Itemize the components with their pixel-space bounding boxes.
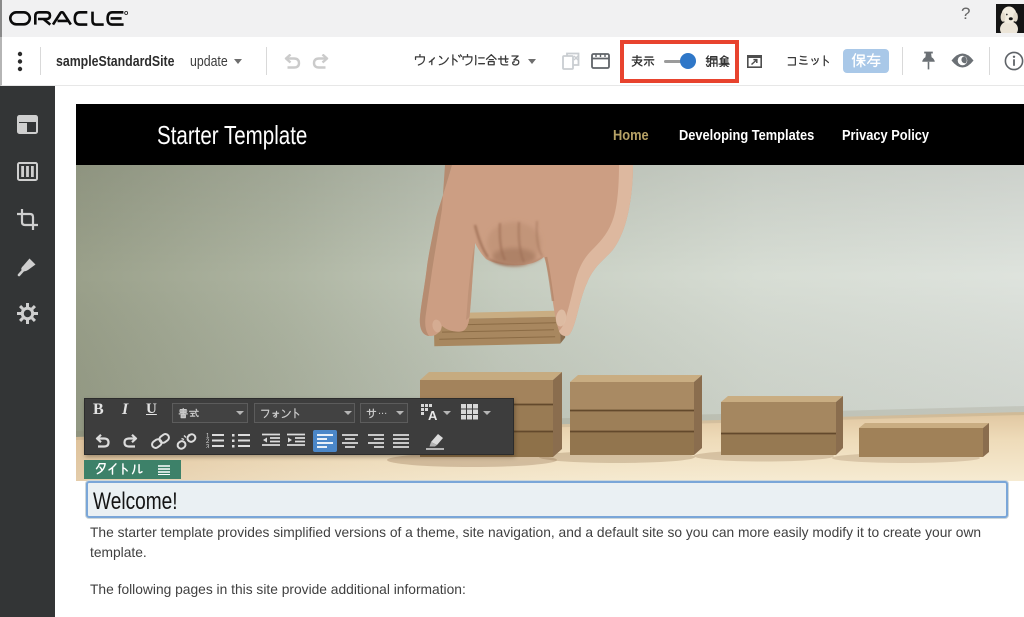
svg-text:3: 3 <box>206 445 210 449</box>
svg-text:A: A <box>428 408 438 421</box>
